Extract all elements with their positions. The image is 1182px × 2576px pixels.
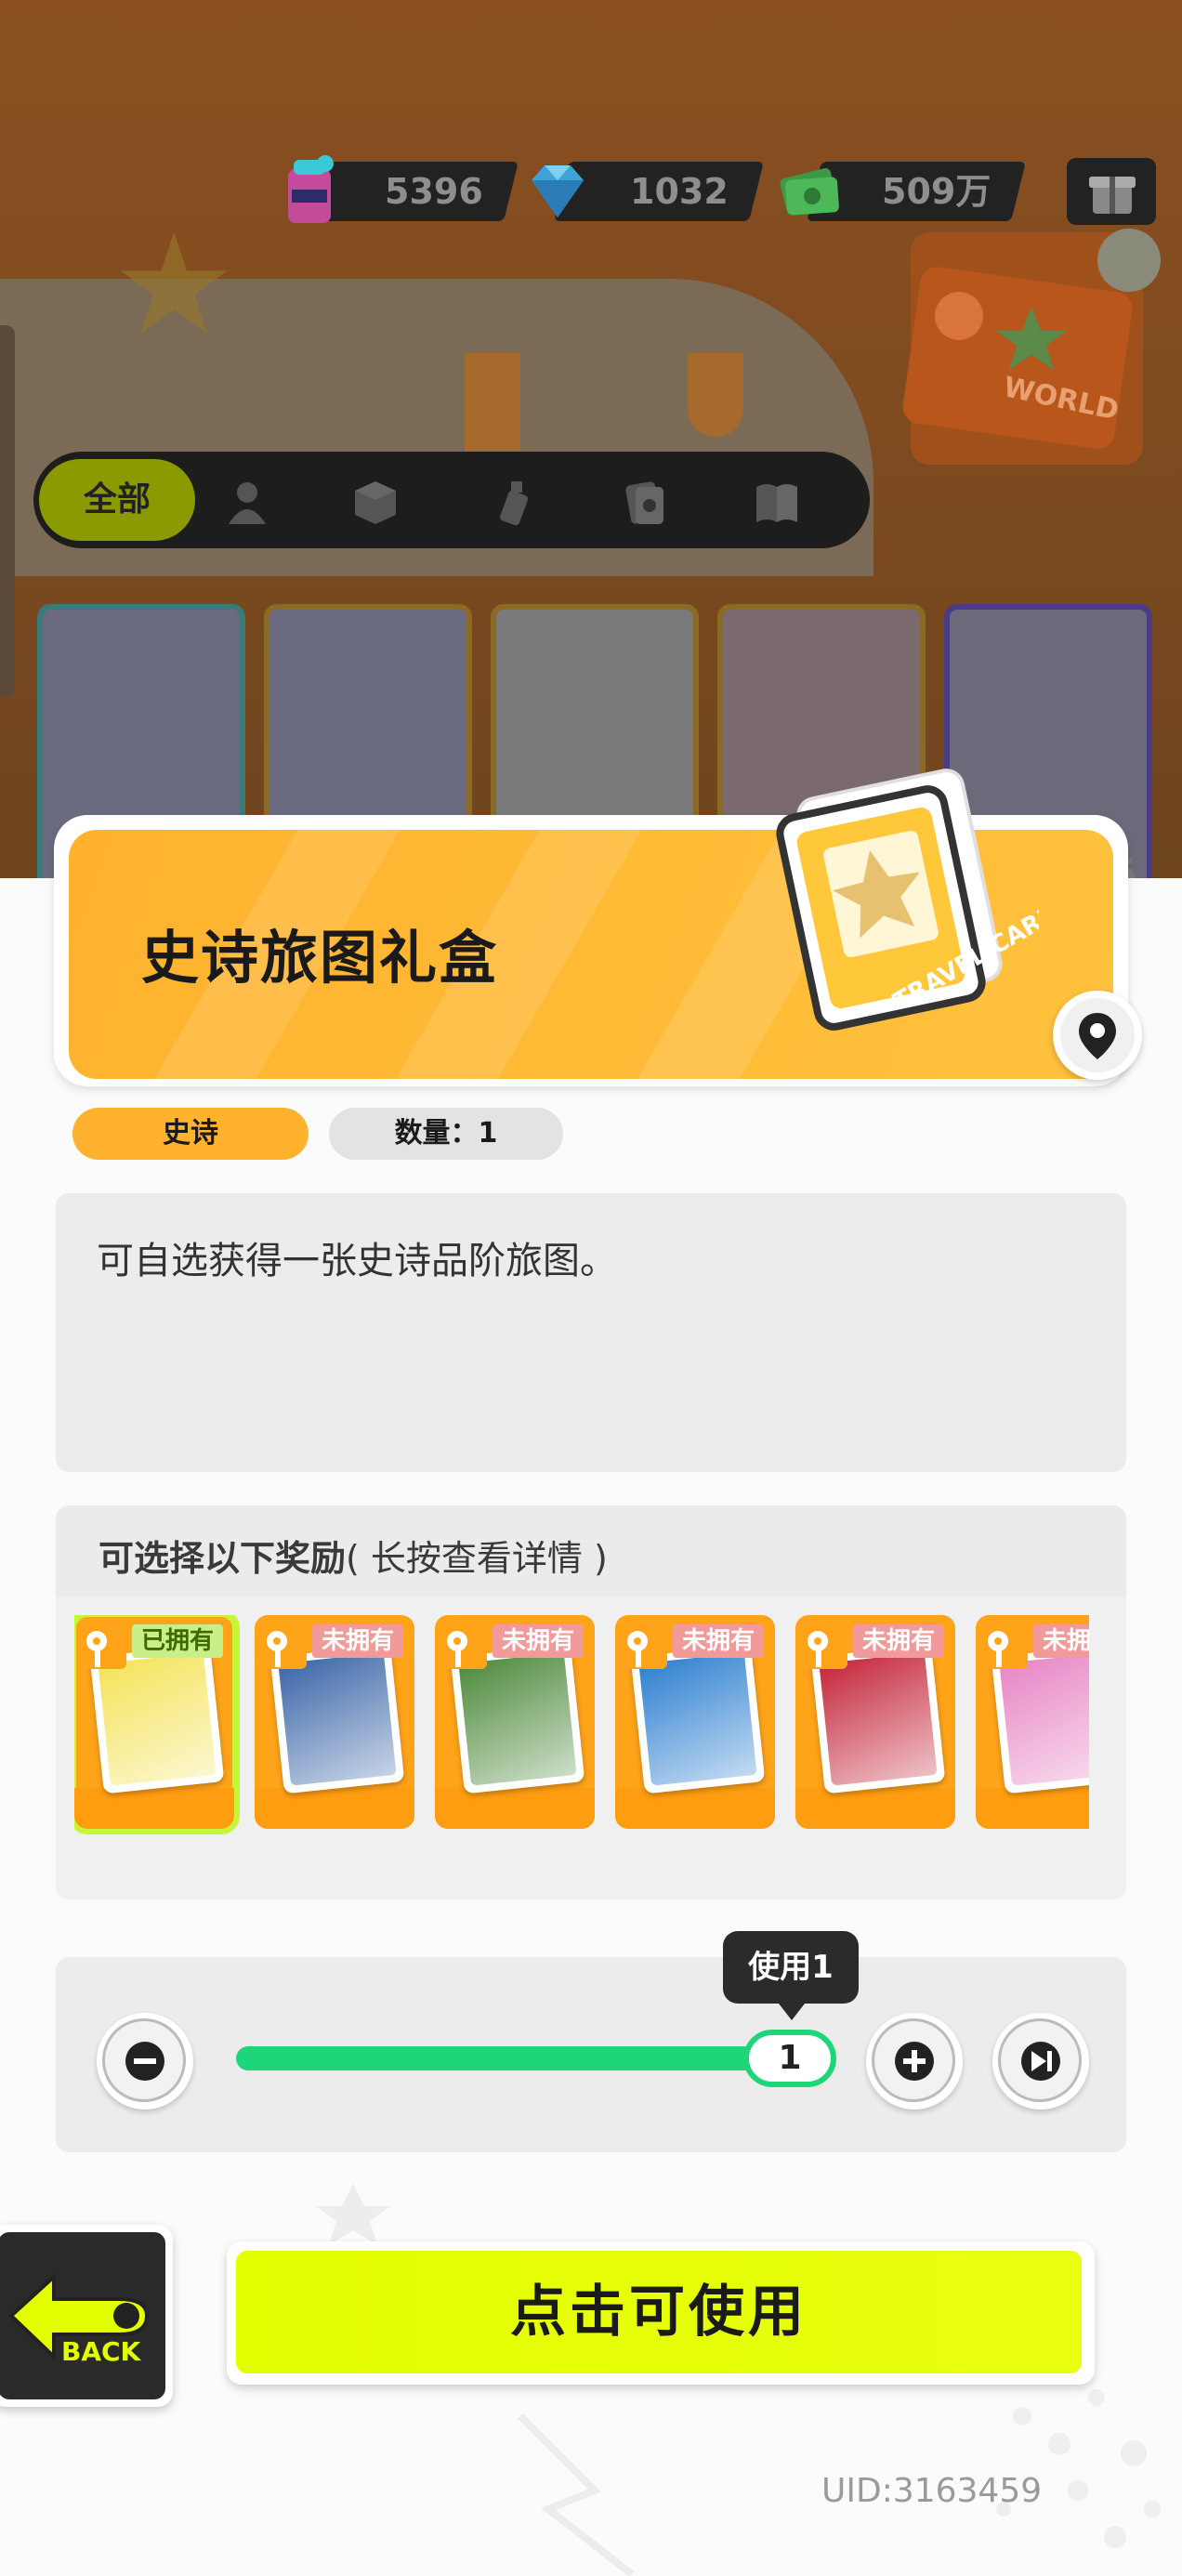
use-button[interactable]: 点击可使用: [227, 2241, 1095, 2385]
reward-footer: [615, 1788, 775, 1829]
ownership-badge: 未拥有: [853, 1624, 945, 1658]
cash-value: 509万: [881, 171, 991, 212]
character-portrait: [819, 1652, 938, 1786]
increase-button[interactable]: [866, 2013, 963, 2109]
key-icon: [260, 1624, 307, 1669]
skip-to-max-icon: [1021, 2042, 1060, 2081]
ownership-badge: 未拥有: [492, 1624, 584, 1658]
character-portrait: [999, 1652, 1089, 1786]
quantity-slider-track[interactable]: [236, 2046, 831, 2070]
reward-item[interactable]: 未拥有: [615, 1615, 775, 1829]
reward-header: 可选择以下奖励( 长按查看详情 ): [56, 1505, 1126, 1597]
character-portrait: [458, 1652, 577, 1786]
currency-cash[interactable]: 509万: [780, 162, 1026, 221]
diamond-icon: [532, 165, 584, 217]
back-button[interactable]: BACK: [0, 2225, 173, 2407]
quantity-badge: 数量：1: [329, 1108, 563, 1160]
reward-item[interactable]: 未拥有: [435, 1615, 595, 1829]
background-drip: [688, 353, 743, 437]
ownership-badge: 未拥有: [312, 1624, 404, 1658]
map-pin-icon: [1079, 1013, 1116, 1059]
reward-item[interactable]: 已拥有: [74, 1615, 240, 1834]
reward-footer: [255, 1788, 414, 1829]
slider-tooltip: 使用1: [723, 1931, 859, 2020]
max-button[interactable]: [992, 2013, 1089, 2109]
reward-footer: [795, 1788, 955, 1829]
key-icon: [80, 1624, 126, 1669]
cash-icon: [780, 168, 839, 216]
tickets-value: 5396: [385, 171, 483, 212]
key-icon: [440, 1624, 487, 1669]
card-icon[interactable]: [619, 476, 671, 528]
character-portrait: [638, 1652, 757, 1786]
star-decoration-icon: ★: [112, 204, 237, 366]
reward-title-text: 可选择以下奖励: [98, 1538, 347, 1579]
reward-selection-box: 可选择以下奖励( 长按查看详情 ) 已拥有 未拥有 未拥有 未拥有 未拥有 未拥有: [56, 1505, 1126, 1899]
world-passport-button[interactable]: WORLD: [892, 214, 1162, 493]
quantity-slider-handle[interactable]: 1: [743, 2030, 836, 2087]
ownership-badge: 已拥有: [132, 1624, 224, 1658]
diamonds-value: 1032: [630, 171, 729, 212]
travel-card-icon: TRAVEL CARD: [776, 769, 1039, 1031]
paint-can-icon: [288, 155, 334, 223]
book-icon[interactable]: [751, 476, 803, 528]
side-panel-handle[interactable]: [0, 325, 15, 697]
spray-icon[interactable]: [489, 476, 541, 528]
ownership-badge: 未拥有: [673, 1624, 765, 1658]
tab-all[interactable]: 全部: [39, 459, 195, 541]
reward-item[interactable]: 未拥有: [795, 1615, 955, 1829]
reward-footer: [976, 1788, 1089, 1829]
key-icon: [621, 1624, 667, 1669]
minus-icon: [125, 2042, 164, 2081]
use-button-label: 点击可使用: [236, 2251, 1082, 2373]
item-description: 可自选获得一张史诗品阶旅图。: [97, 1240, 617, 1282]
reward-item[interactable]: 未拥有: [976, 1615, 1089, 1829]
plus-icon: [895, 2042, 934, 2081]
reward-list[interactable]: 已拥有 未拥有 未拥有 未拥有 未拥有 未拥有: [74, 1615, 1089, 1866]
back-label: BACK: [61, 2336, 142, 2367]
decrease-button[interactable]: [97, 2013, 193, 2109]
character-portrait: [98, 1652, 217, 1786]
reward-title: 可选择以下奖励( 长按查看详情 ): [98, 1530, 608, 1581]
character-icon[interactable]: [221, 476, 273, 528]
description-box: 可自选获得一张史诗品阶旅图。: [56, 1193, 1126, 1472]
reward-hint: ( 长按查看详情 ): [346, 1538, 608, 1579]
reward-item[interactable]: 未拥有: [255, 1615, 414, 1829]
gift-box-icon: [1089, 177, 1136, 214]
locate-button[interactable]: [1053, 991, 1142, 1080]
key-icon: [801, 1624, 847, 1669]
reward-footer: [74, 1788, 234, 1829]
character-portrait: [278, 1652, 397, 1786]
category-tab-bar: 全部: [33, 452, 870, 548]
item-title: 史诗旅图礼盒: [141, 924, 499, 992]
user-id: UID:3163459: [821, 2472, 1043, 2510]
currency-diamonds[interactable]: 1032: [532, 162, 764, 221]
ownership-badge: 未拥有: [1033, 1624, 1089, 1658]
back-arrow-icon: BACK: [8, 2272, 150, 2367]
box-icon[interactable]: [349, 476, 401, 528]
key-icon: [981, 1624, 1028, 1669]
reward-footer: [435, 1788, 595, 1829]
currency-tickets[interactable]: 5396: [288, 155, 519, 223]
rarity-badge: 史诗: [72, 1108, 309, 1160]
